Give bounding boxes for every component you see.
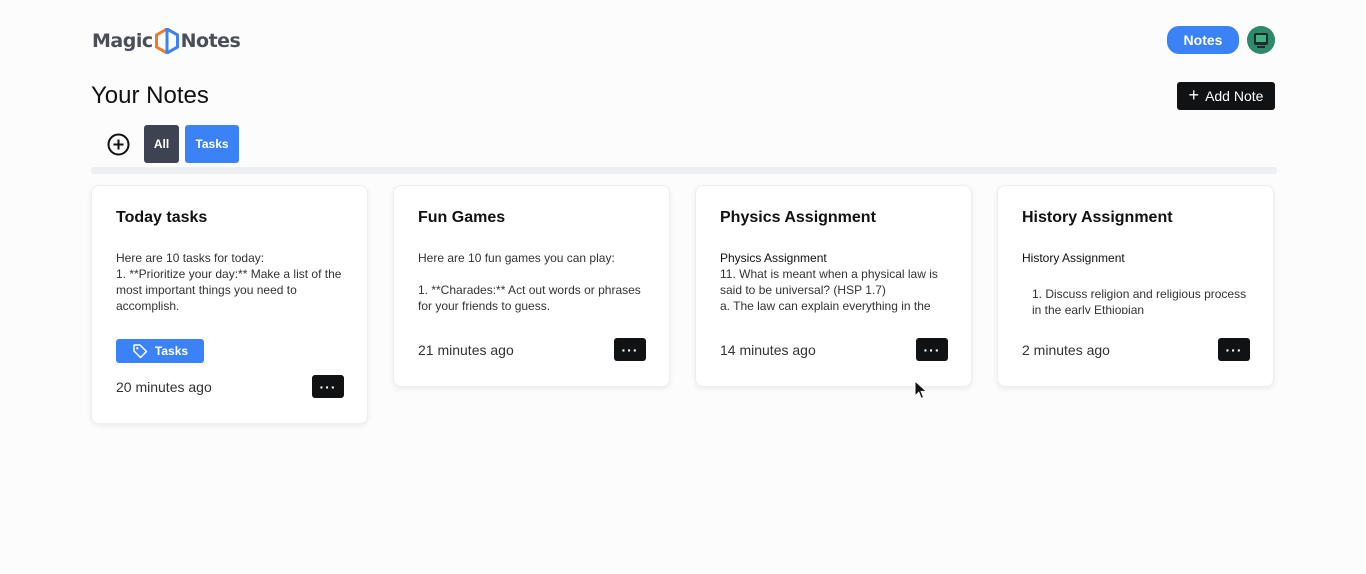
note-card-title: Fun Games — [418, 209, 506, 226]
note-card-body-heading: History Assignment — [1022, 251, 1125, 265]
notes-nav-button[interactable]: Notes — [1167, 26, 1239, 54]
filter-all-button[interactable]: All — [144, 125, 179, 163]
plus-circle-icon — [107, 133, 130, 156]
tag-chip-label: Tasks — [154, 344, 189, 358]
note-card[interactable]: Physics Assignment Physics Assignment 11… — [695, 185, 972, 387]
logo-text-magic: Magic — [92, 30, 153, 52]
more-dots-icon: ··· — [923, 341, 941, 358]
more-options-button[interactable]: ··· — [916, 338, 948, 361]
note-card[interactable]: History Assignment History Assignment 1.… — [997, 185, 1274, 387]
note-card-title: History Assignment — [1022, 209, 1173, 226]
note-card-title: Physics Assignment — [720, 209, 876, 226]
more-options-button[interactable]: ··· — [312, 375, 344, 398]
note-card-list-item: 1. Discuss religion and religious proces… — [1032, 287, 1247, 314]
more-dots-icon: ··· — [621, 341, 639, 358]
note-card-title: Today tasks — [116, 209, 208, 226]
page-title: Your Notes — [91, 82, 209, 109]
note-card-body: Physics Assignment 11. What is meant whe… — [720, 250, 952, 314]
note-card-body-heading: Physics Assignment — [720, 251, 827, 265]
more-options-button[interactable]: ··· — [1218, 338, 1250, 361]
tag-chip[interactable]: Tasks — [116, 339, 204, 363]
tag-icon — [133, 344, 148, 359]
avatar-icon — [1247, 26, 1275, 54]
section-divider — [91, 167, 1277, 174]
avatar[interactable] — [1247, 26, 1275, 54]
filter-tasks-button[interactable]: Tasks — [185, 125, 239, 163]
note-card-timestamp: 21 minutes ago — [418, 342, 514, 358]
note-card[interactable]: Fun Games Here are 10 fun games you can … — [393, 185, 670, 387]
note-card-body: History Assignment 1. Discuss religion a… — [1022, 250, 1254, 314]
note-card-timestamp: 2 minutes ago — [1022, 342, 1110, 358]
note-card[interactable]: Today tasks Here are 10 tasks for today:… — [91, 185, 368, 424]
add-note-button[interactable]: + Add Note — [1177, 82, 1275, 110]
add-tag-button[interactable] — [107, 133, 130, 156]
mouse-cursor-icon — [914, 380, 928, 400]
note-card-body-text: 11. What is meant when a physical law is… — [720, 267, 938, 313]
more-options-button[interactable]: ··· — [614, 338, 646, 361]
more-dots-icon: ··· — [1225, 341, 1243, 358]
plus-icon: + — [1188, 85, 1200, 105]
logo-hexagon-icon — [154, 28, 179, 54]
note-card-timestamp: 20 minutes ago — [116, 379, 212, 395]
more-dots-icon: ··· — [319, 378, 337, 395]
magic-notes-logo[interactable]: Magic Notes — [92, 27, 241, 55]
note-card-body: Here are 10 tasks for today: 1. **Priori… — [116, 251, 342, 313]
note-card-timestamp: 14 minutes ago — [720, 342, 816, 358]
note-card-body: Here are 10 fun games you can play: 1. *… — [418, 251, 641, 313]
logo-text-notes: Notes — [180, 30, 241, 52]
add-note-label: Add Note — [1205, 88, 1264, 104]
